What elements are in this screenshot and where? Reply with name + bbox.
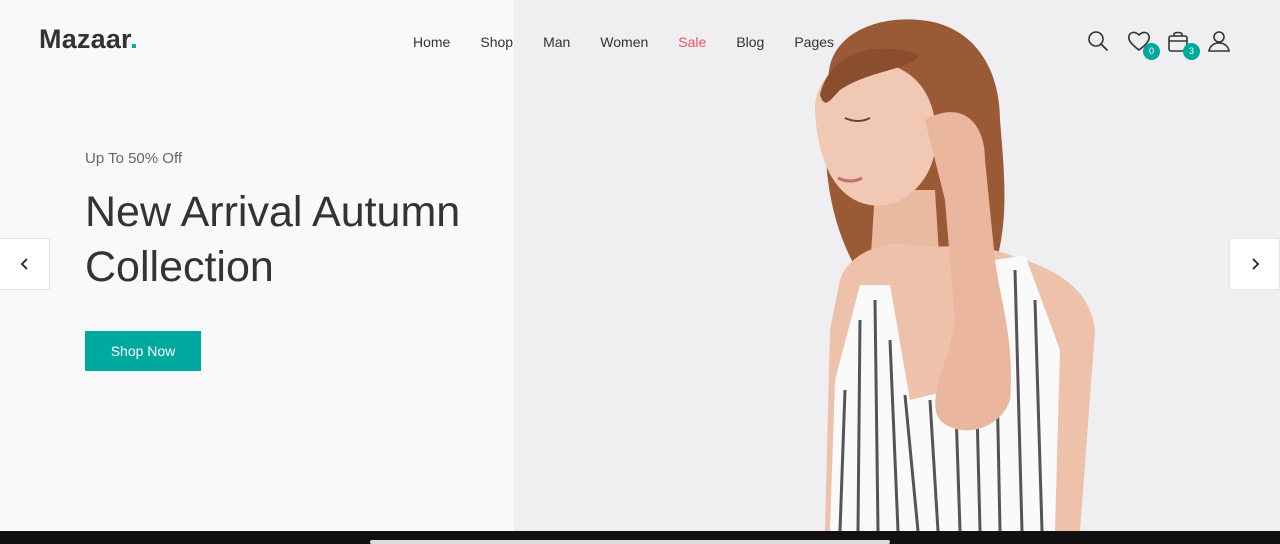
hero-title-line-2: Collection [85,243,274,291]
user-icon [1208,31,1230,52]
chevron-left-icon [20,258,28,270]
site-header: Mazaar. Home Shop Man Women Sale Blog Pa… [0,0,1280,90]
brand-logo[interactable]: Mazaar. [39,24,138,55]
nav-item-women[interactable]: Women [600,34,648,50]
shop-now-button[interactable]: Shop Now [85,331,201,371]
main-nav: Home Shop Man Women Sale Blog Pages [413,34,864,50]
horizontal-scrollbar[interactable] [370,540,890,544]
account-button[interactable] [1205,30,1245,56]
cart-button[interactable]: 3 [1165,30,1205,60]
brand-dot: . [130,24,138,54]
nav-item-home[interactable]: Home [413,34,450,50]
hero-pretitle: Up To 50% Off [85,150,183,167]
nav-item-blog[interactable]: Blog [736,34,764,50]
slider-next-button[interactable] [1229,238,1280,290]
hero-title-line-1: New Arrival Autumn [85,188,461,236]
nav-item-man[interactable]: Man [543,34,570,50]
chevron-right-icon [1251,258,1259,270]
header-icons: 0 3 [1085,30,1245,60]
hero-title: New Arrival Autumn Collection [85,185,505,295]
wishlist-button[interactable]: 0 [1125,30,1165,60]
search-icon [1088,31,1108,51]
wishlist-count-badge: 0 [1143,43,1160,60]
nav-item-shop[interactable]: Shop [480,34,513,50]
nav-item-sale[interactable]: Sale [678,34,706,50]
search-button[interactable] [1085,30,1125,56]
slider-prev-button[interactable] [0,238,50,290]
nav-item-pages[interactable]: Pages [794,34,834,50]
hero-content: Up To 50% Off New Arrival Autumn Collect… [85,150,505,371]
brand-name: Mazaar [39,24,131,54]
cart-count-badge: 3 [1183,43,1200,60]
